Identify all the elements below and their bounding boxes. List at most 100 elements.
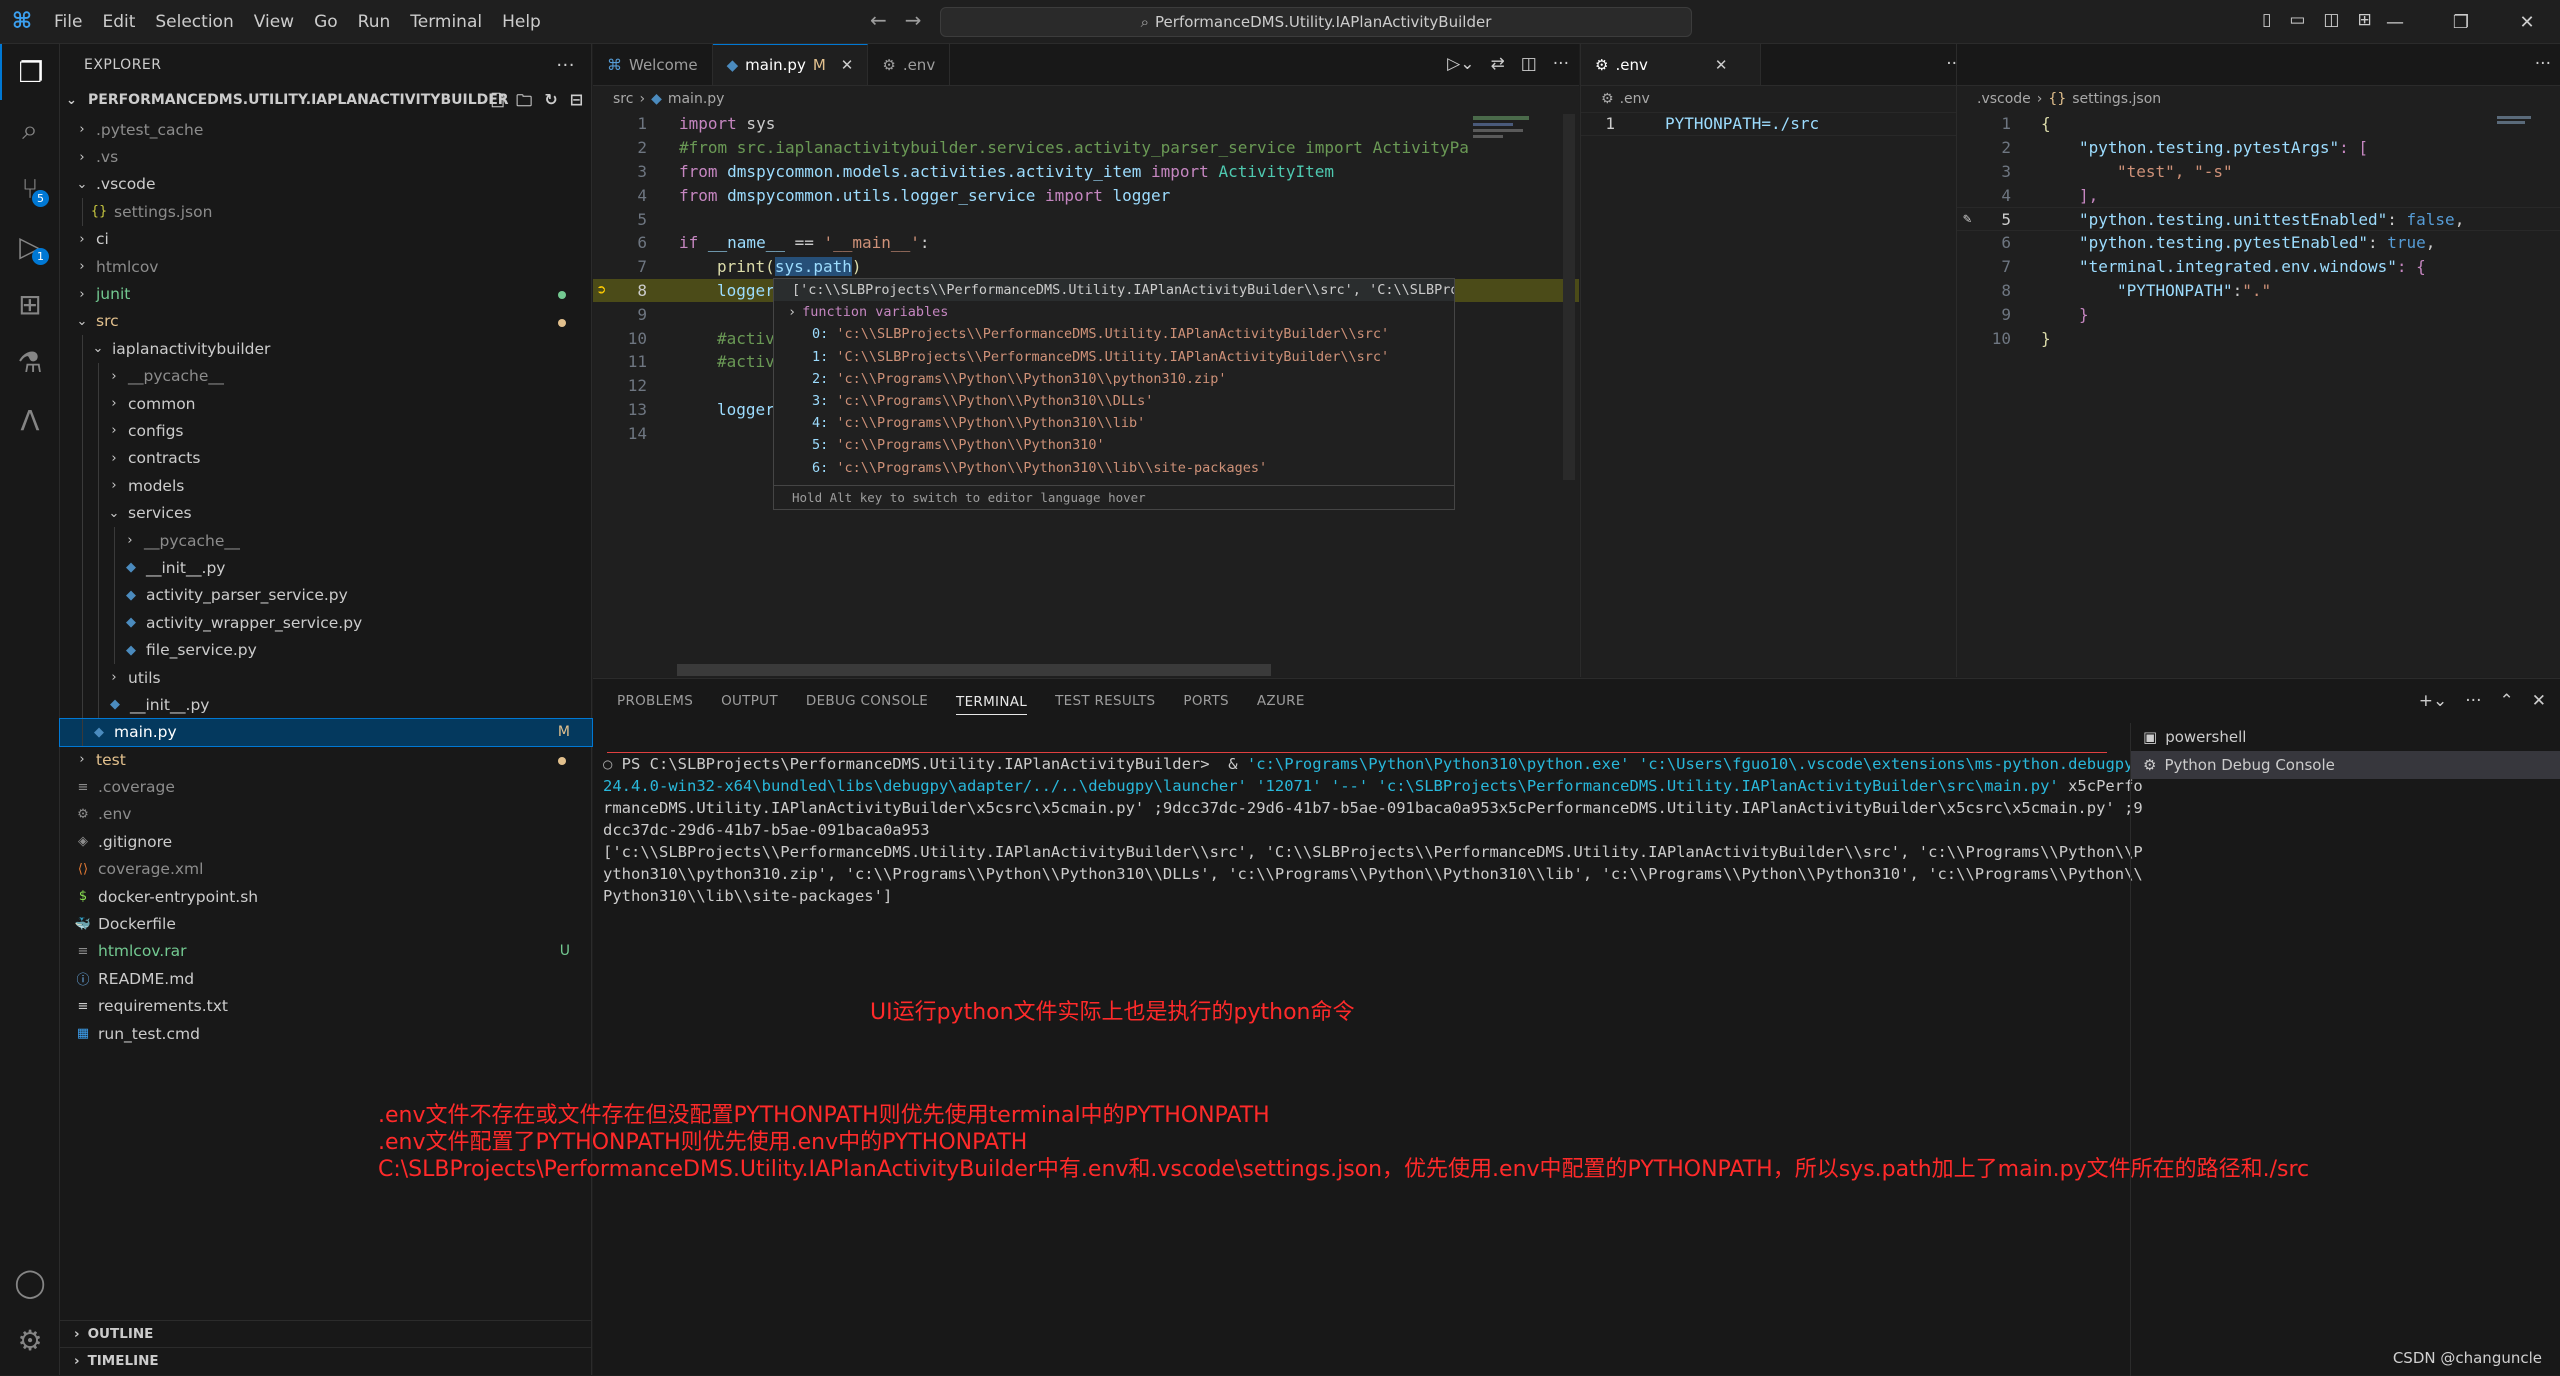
outline-section[interactable]: ›OUTLINE: [60, 1320, 592, 1347]
tab-test-results[interactable]: TEST RESULTS: [1055, 693, 1155, 709]
maximize-panel-icon[interactable]: ⌃: [2500, 691, 2514, 711]
tab-env[interactable]: ⚙.env✕: [1581, 44, 1761, 85]
collapse-all-icon[interactable]: ⊟: [570, 90, 583, 117]
tree-folder[interactable]: ›common: [60, 390, 592, 417]
tree-folder[interactable]: ›test: [60, 746, 592, 773]
menu-run[interactable]: Run: [348, 0, 401, 44]
tree-file[interactable]: ◆__init__.py: [60, 691, 592, 718]
hover-item[interactable]: 4: 'c:\\Programs\\Python\\Python310\\lib…: [774, 412, 1454, 434]
tree-file[interactable]: ◆main.pyM: [60, 719, 592, 746]
tree-folder[interactable]: ›__pycache__: [60, 363, 592, 390]
more-actions-icon[interactable]: ···: [556, 55, 575, 76]
tree-file[interactable]: ◆__init__.py: [60, 554, 592, 581]
close-tab-icon[interactable]: ✕: [841, 56, 854, 74]
more-actions-icon[interactable]: ···: [2465, 691, 2481, 711]
run-python-icon[interactable]: ▷⌄: [1447, 54, 1474, 74]
tree-file[interactable]: ⚙.env: [60, 801, 592, 828]
minimize-icon[interactable]: —: [2362, 0, 2428, 44]
terminal-output[interactable]: ○ PS C:\SLBProjects\PerformanceDMS.Utili…: [593, 731, 2113, 907]
tree-file[interactable]: ≡requirements.txt: [60, 993, 592, 1020]
tree-folder[interactable]: ›.vs: [60, 143, 592, 170]
tab-env[interactable]: ⚙.env: [868, 44, 950, 85]
tree-file[interactable]: ◈.gitignore: [60, 828, 592, 855]
tab-terminal[interactable]: TERMINAL: [956, 694, 1027, 715]
split-editor-icon[interactable]: ◫: [1521, 54, 1537, 74]
breadcrumb-file[interactable]: .env: [1620, 91, 1650, 107]
tree-folder[interactable]: ›junit: [60, 280, 592, 307]
search-view-icon[interactable]: ⌕: [0, 102, 60, 158]
close-panel-icon[interactable]: ✕: [2532, 691, 2546, 711]
hover-item[interactable]: 1: 'C:\\SLBProjects\\PerformanceDMS.Util…: [774, 346, 1454, 368]
tab-debug-console[interactable]: DEBUG CONSOLE: [806, 693, 928, 709]
hover-item[interactable]: 6: 'c:\\Programs\\Python\\Python310\\lib…: [774, 457, 1454, 479]
tree-file[interactable]: $docker-entrypoint.sh: [60, 883, 592, 910]
vertical-scrollbar[interactable]: [1563, 114, 1575, 480]
code-editor[interactable]: 1{ 2"python.testing.pytestArgs": [ 3"tes…: [1957, 112, 2560, 350]
hover-item[interactable]: 3: 'c:\\Programs\\Python\\Python310\\DLL…: [774, 390, 1454, 412]
run-debug-icon[interactable]: ▷1: [0, 218, 60, 274]
menu-go[interactable]: Go: [304, 0, 348, 44]
hover-item[interactable]: 5: 'c:\\Programs\\Python\\Python310': [774, 434, 1454, 456]
tree-file[interactable]: ◆file_service.py: [60, 636, 592, 663]
tree-folder[interactable]: ⌄src: [60, 308, 592, 335]
azure-icon[interactable]: Λ: [0, 392, 60, 448]
tree-file[interactable]: ▦run_test.cmd: [60, 1020, 592, 1047]
tab-welcome[interactable]: ⌘Welcome: [593, 44, 713, 85]
menu-selection[interactable]: Selection: [145, 0, 243, 44]
tree-folder[interactable]: ›__pycache__: [60, 527, 592, 554]
new-folder-icon[interactable]: 🗀: [516, 90, 532, 117]
tab-azure[interactable]: AZURE: [1257, 693, 1305, 709]
refresh-icon[interactable]: ↻: [544, 90, 557, 117]
tree-folder[interactable]: ›configs: [60, 417, 592, 444]
close-tab-icon[interactable]: ✕: [1715, 56, 1728, 74]
debug-hover[interactable]: ['c:\\SLBProjects\\PerformanceDMS.Utilit…: [773, 278, 1455, 510]
tree-file[interactable]: {}settings.json: [60, 198, 592, 225]
account-icon[interactable]: ◯: [0, 1254, 60, 1310]
minimap[interactable]: [1473, 112, 1543, 512]
horizontal-scrollbar[interactable]: [677, 664, 1271, 676]
timeline-section[interactable]: ›TIMELINE: [60, 1347, 592, 1374]
toggle-panel-icon[interactable]: ▭: [2289, 10, 2305, 30]
terminal-item-debug-console[interactable]: ⚙Python Debug Console: [2131, 751, 2560, 779]
menu-edit[interactable]: Edit: [92, 0, 145, 44]
menu-view[interactable]: View: [244, 0, 304, 44]
tab-main-py[interactable]: ◆main.pyM✕: [713, 44, 869, 85]
tree-file[interactable]: ◆activity_parser_service.py: [60, 582, 592, 609]
command-center-search[interactable]: ⌕ PerformanceDMS.Utility.IAPlanActivityB…: [940, 7, 1692, 37]
breadcrumb-file[interactable]: settings.json: [2072, 91, 2161, 107]
settings-gear-icon[interactable]: ⚙: [0, 1312, 60, 1368]
workspace-folder[interactable]: ⌄ PERFORMANCEDMS.UTILITY.IAPLANACTIVITYB…: [60, 86, 591, 114]
tree-file[interactable]: ◆activity_wrapper_service.py: [60, 609, 592, 636]
tree-folder[interactable]: ⌄.vscode: [60, 171, 592, 198]
tab-ports[interactable]: PORTS: [1183, 693, 1228, 709]
tab-output[interactable]: OUTPUT: [721, 693, 778, 709]
tree-folder[interactable]: ›contracts: [60, 445, 592, 472]
tree-folder[interactable]: ⌄iaplanactivitybuilder: [60, 335, 592, 362]
restore-icon[interactable]: ❐: [2428, 0, 2494, 44]
toggle-sidebar-icon[interactable]: ▯: [2262, 10, 2271, 30]
tree-folder[interactable]: ›utils: [60, 664, 592, 691]
breadcrumb-file[interactable]: main.py: [668, 91, 725, 107]
tree-folder[interactable]: ›ci: [60, 226, 592, 253]
menu-terminal[interactable]: Terminal: [400, 0, 492, 44]
hover-item[interactable]: 0: 'c:\\SLBProjects\\PerformanceDMS.Util…: [774, 323, 1454, 345]
tree-file[interactable]: 🐳Dockerfile: [60, 910, 592, 937]
tree-folder[interactable]: ⌄services: [60, 499, 592, 526]
tree-file[interactable]: ≡htmlcov.rarU: [60, 938, 592, 965]
new-file-icon[interactable]: 🗋: [491, 90, 504, 117]
minimap[interactable]: [2497, 112, 2560, 512]
terminal-item-powershell[interactable]: ▣powershell: [2131, 723, 2560, 751]
extensions-icon[interactable]: ⊞: [0, 276, 60, 332]
tree-folder[interactable]: ›htmlcov: [60, 253, 592, 280]
tree-file[interactable]: ⟨⟩coverage.xml: [60, 856, 592, 883]
more-actions-icon[interactable]: ···: [1553, 54, 1569, 74]
menu-file[interactable]: File: [44, 0, 92, 44]
tree-file[interactable]: ≡.coverage: [60, 773, 592, 800]
more-actions-icon[interactable]: ···: [2535, 54, 2551, 74]
close-window-icon[interactable]: ✕: [2494, 0, 2560, 44]
menu-help[interactable]: Help: [492, 0, 551, 44]
testing-icon[interactable]: ⚗: [0, 334, 60, 390]
source-control-icon[interactable]: ⑂5: [0, 160, 60, 216]
tree-folder[interactable]: ›.pytest_cache: [60, 116, 592, 143]
hover-group[interactable]: ›function variables: [774, 301, 1454, 323]
